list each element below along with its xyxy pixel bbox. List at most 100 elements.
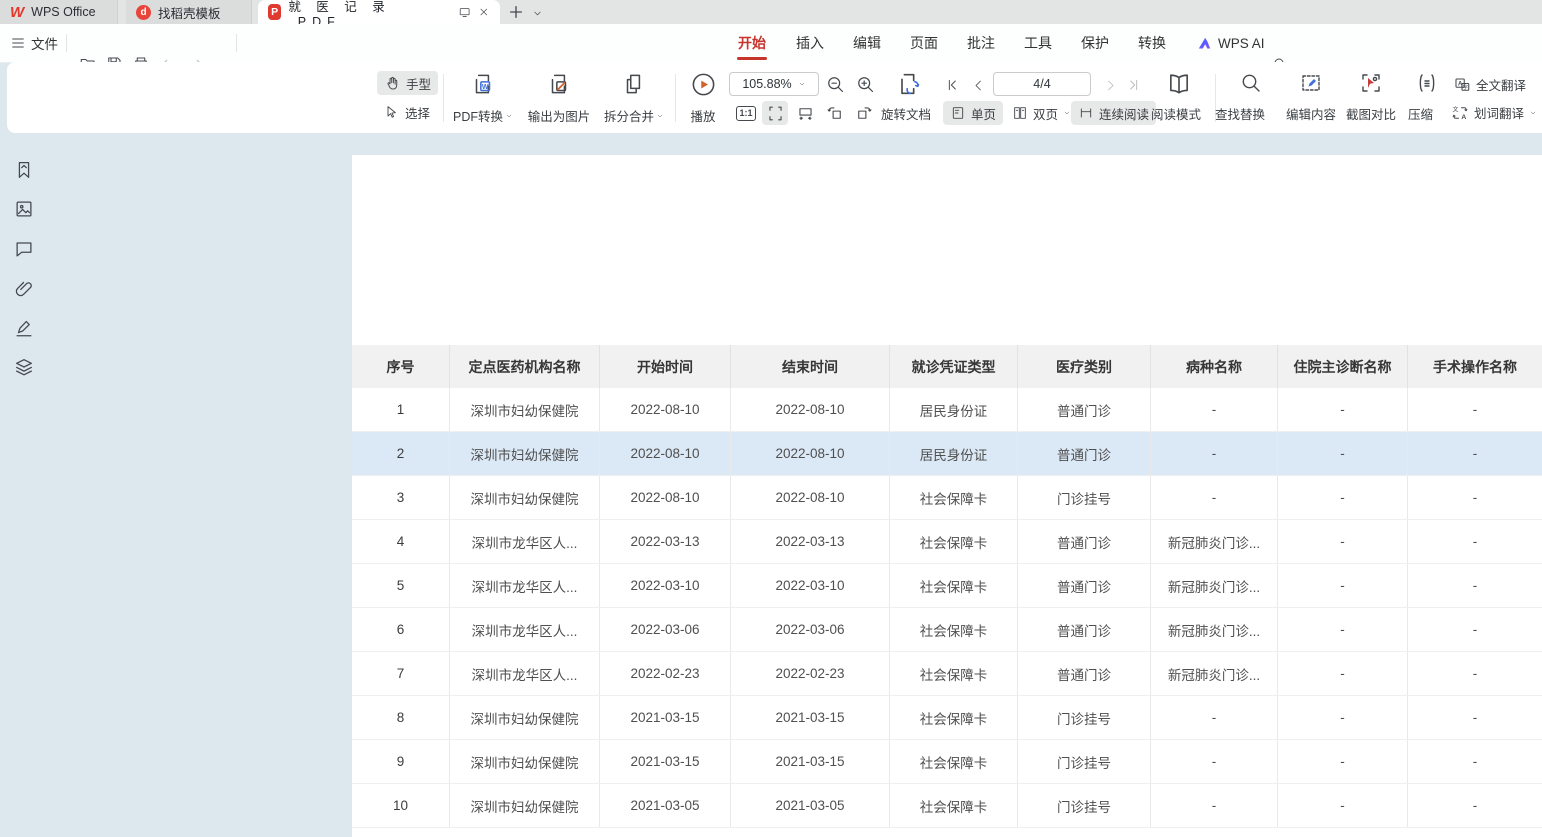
zoom-level-select[interactable]: 105.88% (729, 72, 819, 96)
cell-medical-type: 普通门诊 (1017, 432, 1150, 475)
cell-seq: 5 (352, 564, 449, 607)
menu-tab-edit[interactable]: 编辑 (853, 24, 881, 62)
wps-office-window: W WPS Office d 找稻壳模板 P 就 医 记 录 .PDF (0, 0, 1542, 837)
menu-tab-tools[interactable]: 工具 (1024, 24, 1052, 62)
layers-icon[interactable] (13, 356, 35, 378)
compress-icon[interactable] (1415, 71, 1439, 95)
menu-label: 页面 (910, 33, 938, 53)
menu-tab-insert[interactable]: 插入 (796, 24, 824, 62)
menu-tab-protect[interactable]: 保护 (1081, 24, 1109, 62)
new-tab-icon[interactable] (508, 4, 524, 20)
tab-list-chevron-icon[interactable] (532, 8, 543, 19)
select-tool-button[interactable]: 选择 (377, 100, 437, 124)
cell-org: 深圳市龙华区人... (449, 520, 599, 563)
pages-cycle-icon[interactable] (895, 70, 923, 98)
svg-text:A: A (1461, 114, 1466, 121)
cell-org: 深圳市妇幼保健院 (449, 740, 599, 783)
file-menu-label: 文件 (31, 33, 58, 53)
cell-start-date: 2022-08-10 (599, 432, 730, 475)
compress-label[interactable]: 压缩 (1408, 104, 1433, 123)
tab-wps-office-label: WPS Office (31, 5, 95, 19)
pdf-page[interactable]: 序号定点医药机构名称开始时间结束时间就诊凭证类型医疗类别病种名称住院主诊断名称手… (352, 155, 1542, 837)
table-row: 9 深圳市妇幼保健院 2021-03-15 2021-03-15 社会保障卡 门… (352, 740, 1542, 784)
cell-end-date: 2022-08-10 (730, 432, 889, 475)
thumbnails-icon[interactable] (13, 198, 35, 220)
comments-icon[interactable] (13, 238, 35, 260)
edit-content-icon[interactable] (1299, 71, 1323, 95)
cell-start-date: 2021-03-15 (599, 696, 730, 739)
hand-tool-button[interactable]: 手型 (377, 71, 438, 95)
menu-tab-comment[interactable]: 批注 (967, 24, 995, 62)
zoom-in-icon[interactable] (855, 74, 876, 95)
rotate-right-icon (854, 104, 873, 123)
hamburger-icon (10, 35, 26, 51)
table-header-row: 序号定点医药机构名称开始时间结束时间就诊凭证类型医疗类别病种名称住院主诊断名称手… (352, 345, 1542, 388)
attachments-icon[interactable] (13, 278, 35, 300)
bookmark-icon[interactable] (13, 159, 35, 181)
cell-diagnosis: - (1277, 388, 1407, 431)
find-replace-label[interactable]: 查找替换 (1215, 104, 1265, 123)
table-header-cell: 就诊凭证类型 (889, 345, 1017, 388)
actual-size-button[interactable]: 1:1 (733, 101, 759, 125)
split-merge-button[interactable]: 拆分合并 (597, 70, 671, 126)
cell-surgery: - (1407, 608, 1542, 651)
zoom-chevron-icon (798, 80, 806, 88)
cell-cert-type: 社会保障卡 (889, 608, 1017, 651)
cell-diagnosis: - (1277, 520, 1407, 563)
cell-diagnosis: - (1277, 740, 1407, 783)
first-page-button[interactable] (941, 74, 963, 96)
cell-diagnosis: - (1277, 652, 1407, 695)
edit-content-label[interactable]: 编辑内容 (1286, 104, 1336, 123)
page-indicator-value: 4/4 (1033, 77, 1050, 91)
find-replace-icon[interactable] (1239, 71, 1263, 95)
monitor-icon[interactable] (458, 4, 471, 20)
tab-docer-templates[interactable]: d 找稻壳模板 (126, 0, 252, 24)
fit-page-button[interactable] (762, 101, 788, 125)
translate-full-button[interactable]: A 字 全文翻译 (1453, 75, 1526, 94)
cell-cert-type: 社会保障卡 (889, 740, 1017, 783)
continuous-read-button[interactable]: 连续阅读 (1071, 101, 1156, 125)
cell-end-date: 2022-08-10 (730, 388, 889, 431)
select-tool-label: 选择 (405, 103, 430, 122)
cell-seq: 10 (352, 784, 449, 827)
cell-disease: 新冠肺炎门诊... (1150, 564, 1277, 607)
zoom-out-icon[interactable] (825, 74, 846, 95)
tab-wps-office[interactable]: W WPS Office (0, 0, 118, 24)
fit-width-button[interactable] (792, 101, 818, 125)
menu-tab-page[interactable]: 页面 (910, 24, 938, 62)
wps-ai-button[interactable]: WPS AI (1196, 24, 1265, 62)
page-number-input[interactable]: 4/4 (993, 72, 1091, 96)
menu-label: 保护 (1081, 33, 1109, 53)
prev-page-button[interactable] (967, 74, 989, 96)
menu-tab-home[interactable]: 开始 (738, 24, 766, 62)
export-image-button[interactable]: 输出为图片 (521, 70, 597, 126)
divider (443, 74, 444, 122)
sign-icon[interactable] (13, 317, 35, 339)
cell-end-date: 2021-03-05 (730, 784, 889, 827)
file-menu-button[interactable]: 文件 (10, 24, 58, 62)
rotate-left-button[interactable] (822, 101, 848, 125)
rotate-right-button[interactable] (850, 101, 876, 125)
double-page-button[interactable]: 双页 (1005, 101, 1078, 125)
rotate-doc-label[interactable]: 旋转文档 (881, 104, 931, 123)
close-tab-icon[interactable] (478, 5, 490, 19)
cell-surgery: - (1407, 696, 1542, 739)
play-label: 播放 (690, 106, 715, 125)
cell-end-date: 2022-03-06 (730, 608, 889, 651)
screenshot-compare-icon[interactable] (1359, 71, 1383, 95)
cell-org: 深圳市妇幼保健院 (449, 476, 599, 519)
translate-word-button[interactable]: 文 A 划词翻译 (1451, 103, 1537, 122)
single-page-button[interactable]: 单页 (943, 101, 1003, 125)
menu-bar: 文件 开始 插入 编辑 页面 批注 工具 保护 转换 (0, 24, 1542, 63)
pdf-convert-button[interactable]: W PDF转换 (447, 70, 519, 126)
cell-start-date: 2021-03-05 (599, 784, 730, 827)
menu-tab-convert[interactable]: 转换 (1138, 24, 1166, 62)
tab-document[interactable]: P 就 医 记 录 .PDF (258, 0, 500, 24)
read-mode-book-icon[interactable] (1165, 70, 1193, 98)
last-page-button[interactable] (1123, 74, 1145, 96)
read-mode-label[interactable]: 阅读模式 (1151, 104, 1201, 123)
next-page-button[interactable] (1099, 74, 1121, 96)
screenshot-compare-label[interactable]: 截图对比 (1346, 104, 1396, 123)
play-button[interactable]: 播放 (683, 70, 723, 126)
table-header-cell: 定点医药机构名称 (449, 345, 599, 388)
